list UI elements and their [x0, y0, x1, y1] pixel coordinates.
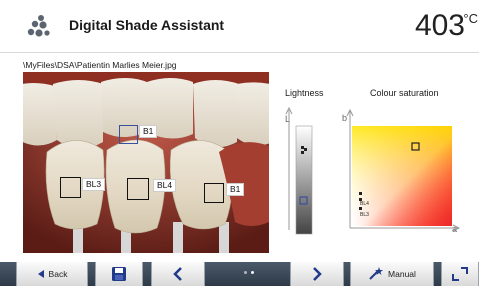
previous-button[interactable]	[151, 262, 205, 286]
page-indicator	[244, 271, 254, 274]
save-icon	[112, 267, 126, 281]
roi-box-bl3[interactable]	[60, 177, 81, 198]
chevron-left-icon	[173, 267, 182, 281]
save-button[interactable]	[95, 262, 143, 286]
temperature-readout: 403	[414, 9, 465, 42]
manual-wand-icon	[369, 267, 384, 280]
manual-button-label: Manual	[388, 269, 416, 279]
next-button[interactable]	[290, 262, 344, 286]
roi-label-b1-upper: B1	[139, 125, 158, 138]
roi-label-bl3: BL3	[82, 178, 106, 191]
roi-box-b1-upper[interactable]	[119, 125, 138, 144]
temperature-unit: °C	[463, 11, 478, 26]
fullscreen-icon	[452, 267, 468, 281]
lightness-scale	[285, 106, 313, 235]
svg-text:BL4: BL4	[360, 201, 369, 207]
file-path: \MyFiles\DSA\Patientin Marlies Meier.jpg	[23, 60, 177, 70]
back-arrow-icon	[37, 270, 44, 278]
tooth-photo[interactable]: B1 BL3 BL4 B1	[23, 72, 269, 253]
back-button-label: Back	[48, 269, 68, 279]
roi-label-bl4: BL4	[153, 179, 177, 192]
roi-label-b1-right: B1	[226, 183, 245, 196]
saturation-title: Colour saturation	[370, 88, 439, 98]
roi-box-bl4[interactable]	[127, 178, 149, 200]
dental-app-icon	[27, 15, 50, 37]
page-title: Digital Shade Assistant	[69, 17, 225, 33]
lightness-title: Lightness	[285, 88, 324, 98]
chevron-right-icon	[313, 267, 322, 281]
tooth-photo-image	[23, 72, 269, 253]
bottom-toolbar: Back Manual	[0, 262, 479, 286]
back-button[interactable]: Back	[16, 262, 88, 286]
manual-button[interactable]: Manual	[350, 262, 434, 286]
svg-text:BL3: BL3	[360, 212, 369, 218]
roi-box-b1-right[interactable]	[204, 183, 224, 203]
fullscreen-button[interactable]	[441, 262, 479, 286]
page-dot-1	[244, 271, 247, 274]
header-bar: Digital Shade Assistant 403 °C	[0, 0, 479, 53]
saturation-chart: BL4 BL3	[346, 108, 461, 232]
page-dot-2	[251, 271, 254, 274]
